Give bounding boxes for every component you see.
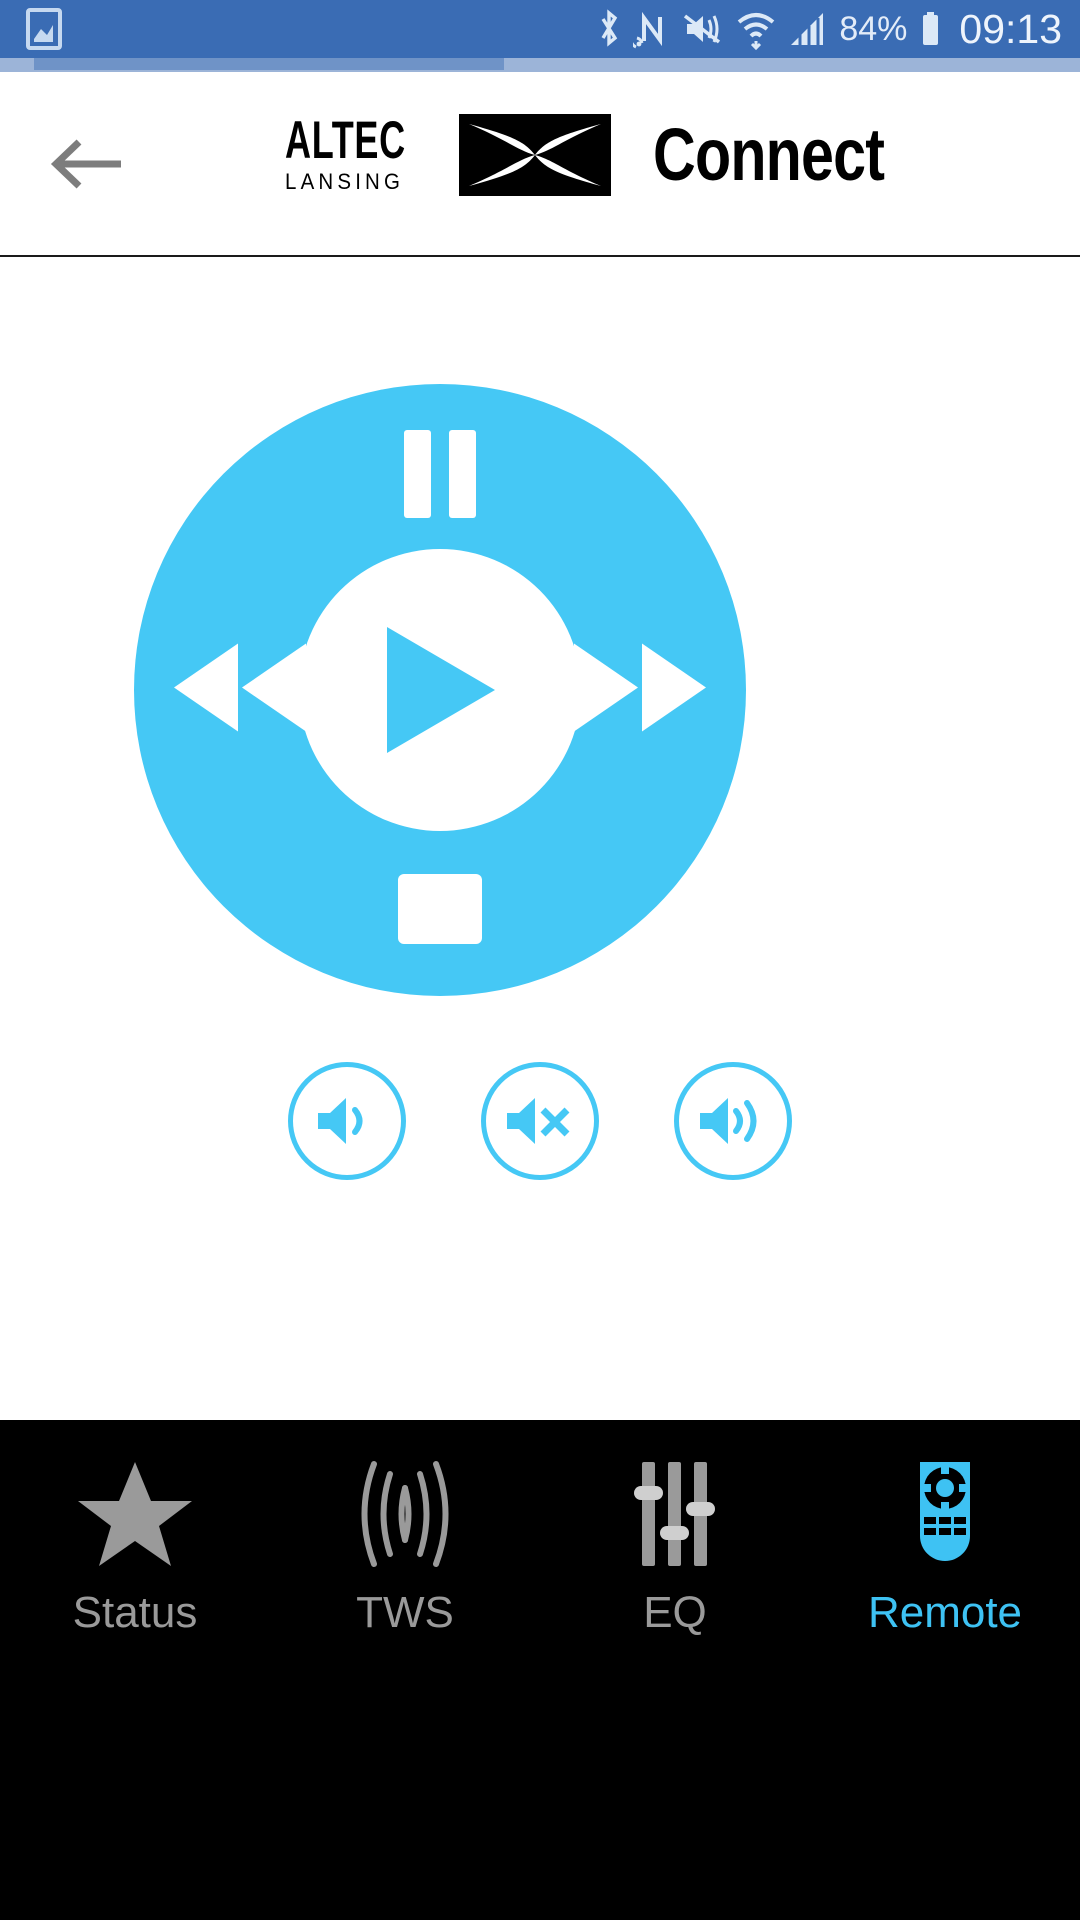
broadcast-waves-icon [361,1461,449,1567]
play-button[interactable] [299,549,581,831]
pause-bar-left [404,430,431,518]
mute-button[interactable] [481,1062,599,1180]
brand-secondary-label: LANSING [285,169,405,194]
altec-star-mark [458,113,611,196]
back-arrow-icon [50,139,121,189]
equalizer-sliders-icon-wrap [616,1458,734,1570]
screenshot-gallery-icon [26,8,62,50]
bottom-navigation: Status TWS EQ Remote [0,1420,1080,1920]
tab-eq[interactable]: EQ [540,1420,810,1920]
pause-bar-right [449,430,476,518]
page-title: Connect [652,113,885,196]
stop-button[interactable] [398,874,482,944]
tab-remote-label: Remote [867,1588,1023,1637]
tab-tws-label: TWS [356,1588,454,1637]
cellular-signal-icon [791,13,824,45]
battery-percent-label: 84% [839,9,908,48]
status-bar-clock: 09:13 [959,5,1062,52]
wifi-icon [738,13,775,51]
nfc-icon [633,11,663,49]
volume-controls [0,1062,1080,1180]
speaker-low-icon [318,1098,363,1144]
status-bar: 84% 09:13 [0,0,1080,58]
fast-forward-icon [574,643,706,732]
four-point-star-icon [468,123,601,186]
status-bar-notification-ghost [34,58,504,70]
star-icon-wrap [76,1458,194,1570]
tab-tws[interactable]: TWS [270,1420,540,1920]
sound-off-vibrate-icon [684,14,721,44]
brand-logo: ALTEC LANSING Connect [285,112,942,197]
tab-status[interactable]: Status [0,1420,270,1920]
status-bar-right-icons: 84% 09:13 [595,6,1080,53]
app-screen: 84% 09:13 ALTEC LANSING Connect Status T… [0,0,1080,1920]
back-button[interactable] [46,122,130,206]
next-track-button[interactable] [570,640,708,741]
volume-down-button[interactable] [288,1062,406,1180]
broadcast-waves-icon-wrap [346,1458,464,1570]
play-icon [387,627,495,753]
star-icon [78,1462,192,1566]
bluetooth-icon [601,9,618,47]
tab-status-label: Status [72,1588,198,1637]
previous-track-button[interactable] [172,640,310,741]
volume-up-button[interactable] [674,1062,792,1180]
remote-control-icon-wrap [886,1458,1004,1570]
tab-eq-label: EQ [643,1588,707,1637]
playback-dial [134,384,746,996]
app-header: ALTEC LANSING Connect [0,72,1080,257]
speaker-mute-icon [507,1098,570,1144]
remote-control-icon [920,1462,970,1561]
status-bar-left-icons [0,8,62,50]
equalizer-sliders-icon [634,1462,715,1566]
pause-button[interactable] [404,430,476,518]
speaker-high-icon [700,1098,757,1144]
battery-icon [923,12,939,45]
brand-primary-label: ALTEC [285,111,406,170]
rewind-icon [174,643,306,732]
tab-remote[interactable]: Remote [810,1420,1080,1920]
altec-wordmark: ALTEC LANSING [285,111,465,194]
